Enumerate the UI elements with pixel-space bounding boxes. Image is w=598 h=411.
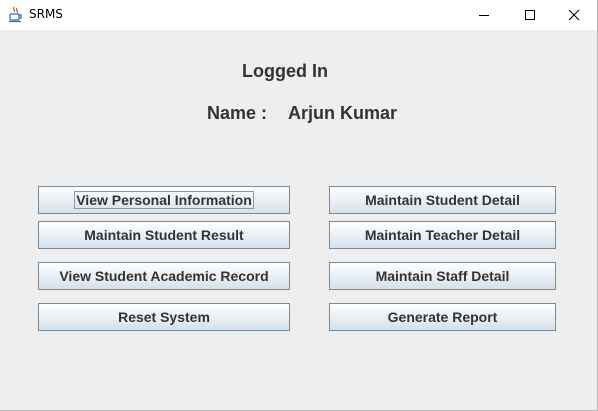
reset-system-button[interactable]: Reset System [38, 303, 290, 331]
minimize-button[interactable] [461, 0, 507, 29]
button-label: Maintain Staff Detail [375, 268, 510, 284]
button-label: Maintain Teacher Detail [364, 227, 521, 243]
button-label: Reset System [118, 309, 210, 325]
maximize-icon [525, 9, 535, 20]
button-label: Maintain Student Result [84, 227, 244, 243]
main-panel: Logged In Name : Arjun Kumar View Person… [0, 30, 597, 410]
maintain-student-result-button[interactable]: Maintain Student Result [38, 221, 290, 249]
view-student-academic-record-button[interactable]: View Student Academic Record [38, 262, 290, 290]
minimize-icon [479, 14, 489, 16]
srms-window: SRMS Logged In Name : Arjun Kumar View P… [0, 0, 598, 411]
close-button[interactable] [551, 0, 597, 29]
title-bar[interactable]: SRMS [0, 0, 597, 30]
window-title: SRMS [29, 7, 63, 21]
maximize-button[interactable] [507, 0, 553, 29]
generate-report-button[interactable]: Generate Report [329, 303, 556, 331]
close-icon [568, 9, 580, 20]
name-label: Name : [207, 103, 268, 123]
view-personal-information-button[interactable]: View Personal Information [38, 186, 290, 214]
button-label: View Personal Information [74, 191, 254, 209]
button-label: View Student Academic Record [59, 268, 269, 284]
maintain-staff-detail-button[interactable]: Maintain Staff Detail [329, 262, 556, 290]
button-label: Generate Report [387, 309, 498, 325]
login-status: Logged In [242, 61, 328, 81]
maintain-teacher-detail-button[interactable]: Maintain Teacher Detail [329, 221, 556, 249]
maintain-student-detail-button[interactable]: Maintain Student Detail [329, 186, 556, 214]
java-cup-icon [8, 6, 23, 23]
user-name: Arjun Kumar [288, 103, 398, 123]
button-label: Maintain Student Detail [365, 192, 520, 208]
